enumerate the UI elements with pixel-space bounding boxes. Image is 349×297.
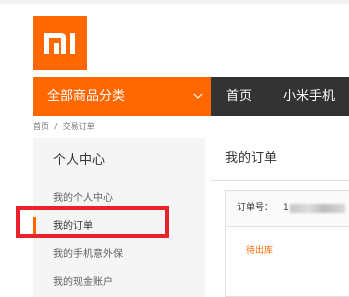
breadcrumb: 首页 / 交易订单 — [33, 122, 98, 132]
chevron-down-icon — [193, 93, 203, 99]
breadcrumb-current: 交易订单 — [62, 122, 95, 131]
order-header: 订单号： 1 — [226, 191, 349, 227]
order-number-label: 订单号： — [237, 203, 274, 213]
sidebar-item-phone-insurance[interactable]: 我的手机意外保 — [53, 249, 123, 261]
page-title: 我的订单 — [225, 151, 278, 166]
order-number-redaction — [290, 204, 345, 213]
mi-logo-icon — [44, 33, 75, 54]
annotation-highlight-box — [16, 206, 169, 238]
main-navbar: 全部商品分类 首页 小米手机 — [33, 77, 349, 116]
title-divider — [211, 180, 349, 181]
all-categories-button[interactable]: 全部商品分类 — [33, 77, 211, 116]
breadcrumb-separator: / — [54, 122, 58, 131]
all-categories-label: 全部商品分类 — [47, 89, 126, 104]
order-status: 待出库 — [246, 246, 274, 256]
mi-logo[interactable] — [33, 16, 87, 70]
nav-link-home[interactable]: 首页 — [226, 88, 252, 105]
order-number-value: 1 — [283, 203, 289, 213]
breadcrumb-home[interactable]: 首页 — [33, 122, 49, 131]
sidebar-item-cash-account[interactable]: 我的现金账户 — [53, 277, 113, 289]
sidebar-item-personal-center[interactable]: 我的个人中心 — [53, 193, 113, 205]
sidebar-title: 个人中心 — [53, 153, 106, 168]
nav-link-xiaomi-phone[interactable]: 小米手机 — [283, 88, 335, 105]
order-card: 订单号： 1 待出库 — [225, 190, 349, 297]
browser-top-strip — [0, 0, 349, 4]
